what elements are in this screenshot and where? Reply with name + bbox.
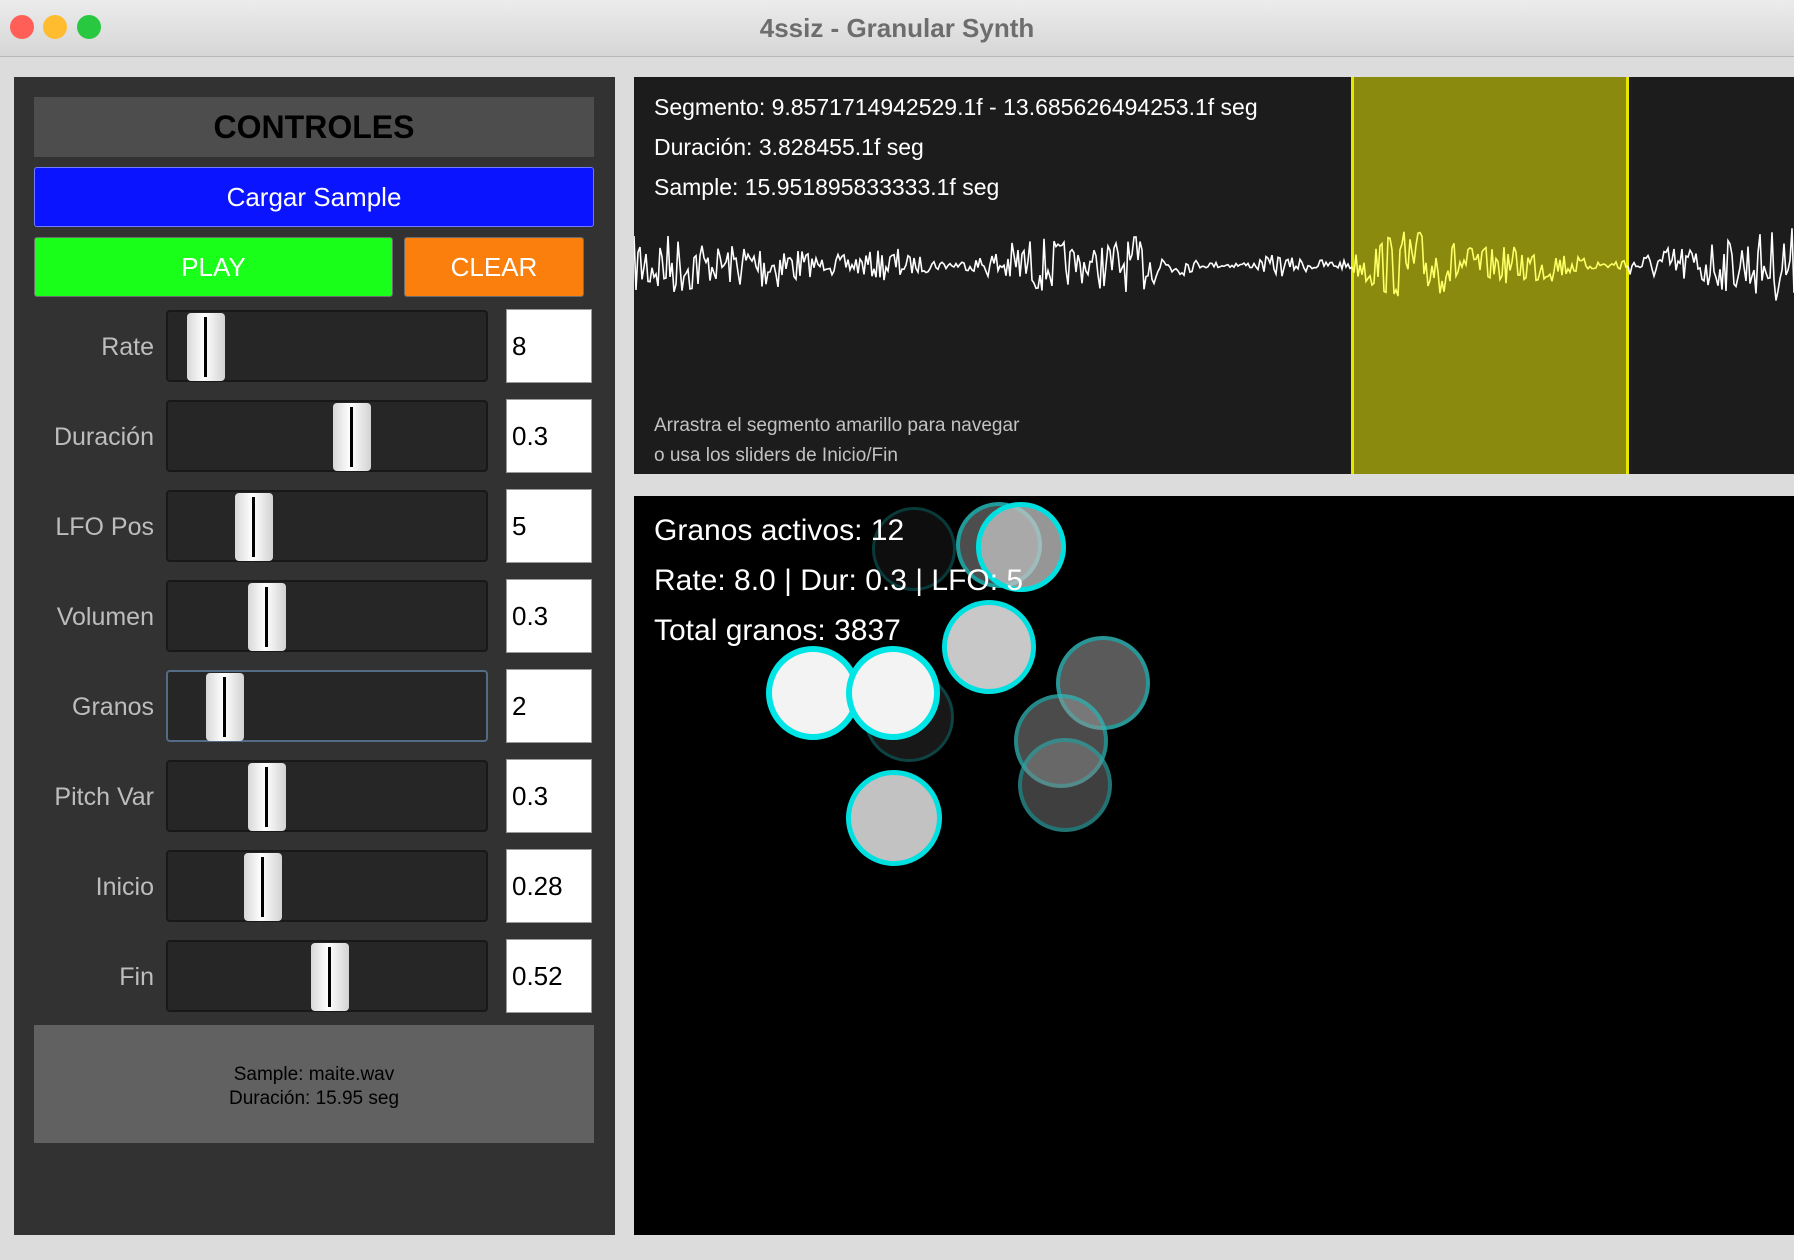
- segment-range-text: Segmento: 9.8571714942529.1f - 13.685626…: [654, 94, 1258, 120]
- waveform-line-segment: [1351, 231, 1629, 297]
- slider-label: Granos: [72, 693, 154, 721]
- slider-label: Pitch Var: [54, 783, 154, 811]
- slider-row-inicio: Inicio 0.28: [14, 847, 615, 927]
- slider-row-fin: Fin 0.52: [14, 937, 615, 1017]
- controls-panel: CONTROLES Cargar Sample PLAY CLEAR Rate …: [14, 77, 615, 1235]
- slider-label: Duración: [53, 423, 154, 451]
- slider-thumb[interactable]: [333, 403, 372, 471]
- title-bar: 4ssiz - Granular Synth: [0, 0, 1794, 57]
- waveform-line-right: [1627, 228, 1794, 301]
- slider-label: Volumen: [56, 603, 154, 631]
- grain-circle: [846, 646, 940, 740]
- slider-thumb[interactable]: [247, 583, 286, 651]
- inicio-slider[interactable]: [166, 850, 488, 922]
- controls-header: CONTROLES: [34, 97, 594, 157]
- duracion-value-field[interactable]: 0.3: [506, 399, 592, 473]
- fin-slider[interactable]: [166, 940, 488, 1012]
- app-window: 4ssiz - Granular Synth CONTROLES Cargar …: [0, 0, 1794, 1260]
- pitch-var-slider[interactable]: [166, 760, 488, 832]
- sample-length-text: Sample: 15.951895833333.1f seg: [654, 174, 1000, 200]
- waveform-panel[interactable]: Segmento: 9.8571714942529.1f - 13.685626…: [634, 77, 1794, 474]
- inicio-value-field[interactable]: 0.28: [506, 849, 592, 923]
- grain-circle: [942, 600, 1036, 694]
- volumen-value-field[interactable]: 0.3: [506, 579, 592, 653]
- slider-label: Fin: [119, 963, 154, 991]
- segment-duration-text: Duración: 3.828455.1f seg: [654, 134, 924, 160]
- fin-value-field[interactable]: 0.52: [506, 939, 592, 1013]
- slider-label: Inicio: [95, 873, 154, 901]
- volumen-slider[interactable]: [166, 580, 488, 652]
- load-sample-button[interactable]: Cargar Sample: [34, 167, 594, 227]
- rate-slider[interactable]: [166, 310, 488, 382]
- slider-thumb[interactable]: [187, 313, 226, 381]
- waveform-line-left: [634, 235, 1353, 293]
- active-grains-text: Granos activos: 12: [654, 514, 905, 547]
- sample-duration-text: Duración: 15.95 seg: [228, 1088, 400, 1109]
- slider-row-lfo-pos: LFO Pos 5: [14, 487, 615, 567]
- slider-row-volumen: Volumen 0.3: [14, 577, 615, 657]
- rate-value-field[interactable]: 8: [506, 309, 592, 383]
- sample-name-text: Sample: maite.wav: [233, 1064, 395, 1085]
- slider-thumb[interactable]: [206, 673, 245, 741]
- slider-row-granos: Granos 2: [14, 667, 615, 747]
- hint-line-2: o usa los sliders de Inicio/Fin: [654, 445, 898, 466]
- slider-thumb[interactable]: [247, 763, 286, 831]
- pitch-var-value-field[interactable]: 0.3: [506, 759, 592, 833]
- granos-slider[interactable]: [166, 670, 488, 742]
- slider-row-duracion: Duración 0.3: [14, 397, 615, 477]
- play-button[interactable]: PLAY: [34, 237, 393, 297]
- duracion-slider[interactable]: [166, 400, 488, 472]
- sample-info-box: Sample: maite.wav Duración: 15.95 seg: [34, 1025, 594, 1143]
- window-title: 4ssiz - Granular Synth: [759, 13, 1035, 43]
- lfo-pos-slider[interactable]: [166, 490, 488, 562]
- slider-label: LFO Pos: [55, 513, 154, 541]
- slider-row-rate: Rate 8: [14, 307, 615, 387]
- lfo-pos-value-field[interactable]: 5: [506, 489, 592, 563]
- slider-thumb[interactable]: [234, 493, 273, 561]
- grain-circle: [846, 770, 942, 866]
- slider-label: Rate: [101, 333, 154, 361]
- granos-value-field[interactable]: 2: [506, 669, 592, 743]
- clear-button[interactable]: CLEAR: [404, 237, 584, 297]
- slider-row-pitch-var: Pitch Var 0.3: [14, 757, 615, 837]
- grain-visualizer: Granos activos: 12 Rate: 8.0 | Dur: 0.3 …: [634, 496, 1794, 1235]
- hint-line-1: Arrastra el segmento amarillo para naveg…: [654, 415, 1020, 436]
- total-grains-text: Total granos: 3837: [654, 614, 901, 647]
- grain-circle: [1018, 738, 1112, 832]
- slider-thumb[interactable]: [311, 943, 350, 1011]
- slider-thumb[interactable]: [244, 853, 283, 921]
- grain-params-text: Rate: 8.0 | Dur: 0.3 | LFO: 5: [654, 564, 1024, 597]
